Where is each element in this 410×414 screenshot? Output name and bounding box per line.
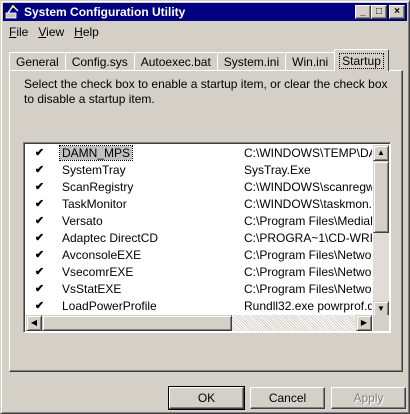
startup-item-row[interactable]: ✔ SystemTray SysTray.Exe [26,162,372,179]
menu-view-label: iew [46,25,65,39]
horizontal-scroll-thumb[interactable] [42,315,232,331]
startup-item-name: TaskMonitor [62,197,127,211]
maximize-button[interactable]: □ [371,5,387,19]
startup-item-checkbox[interactable]: ✔ [34,301,45,312]
tab-autoexec-bat[interactable]: Autoexec.bat [133,52,218,71]
startup-items-list[interactable]: ✔ DAMN_MPS C:\WINDOWS\TEMP\DA ✔ SystemTray Sy… [23,142,391,333]
tab-config-sys[interactable]: Config.sys [64,52,135,71]
startup-item-row[interactable]: ✔ DAMN_MPS C:\WINDOWS\TEMP\DA [26,145,372,162]
startup-item-name: VsStatEXE [62,282,122,296]
tab-autoexec-bat-label: Autoexec.bat [140,55,211,69]
startup-rows: ✔ DAMN_MPS C:\WINDOWS\TEMP\DA ✔ SystemTray Sy… [26,145,372,317]
scrollbar-corner [373,315,389,331]
menu-help[interactable]: Help [69,25,104,39]
tab-startup-label: Startup [339,52,384,69]
startup-item-checkbox[interactable]: ✔ [34,216,45,227]
tab-win-ini-label: Win.ini [292,55,329,69]
menu-view-mnemonic: V [38,25,47,39]
startup-item-command: C:\Program Files\MediaKe [244,214,372,228]
startup-item-command: C:\Program Files\Network [244,265,372,279]
startup-item-row[interactable]: ✔ AvconsoleEXE C:\Program Files\Network [26,247,372,264]
startup-item-name: Adaptec DirectCD [62,231,159,245]
title-bar[interactable]: System Configuration Utility _ □ × [3,3,407,21]
startup-item-checkbox[interactable]: ✔ [34,284,45,295]
scroll-left-icon[interactable]: ◀ [26,315,42,331]
startup-item-command: C:\Program Files\Network [244,248,372,262]
startup-item-command: SysTray.Exe [244,163,311,177]
menu-file-label: ile [16,25,29,39]
startup-item-command: C:\WINDOWS\taskmon.e [244,197,372,211]
startup-item-checkbox[interactable]: ✔ [34,250,45,261]
tab-general[interactable]: General [9,52,66,71]
startup-item-checkbox[interactable]: ✔ [34,233,45,244]
startup-item-name: Versato [62,214,103,228]
ok-button[interactable]: OK [168,386,245,410]
apply-button[interactable]: Apply [331,387,406,409]
minimize-button[interactable]: _ [355,5,371,19]
startup-item-checkbox[interactable]: ✔ [34,148,45,159]
tab-system-ini[interactable]: System.ini [216,52,287,71]
startup-item-name: SystemTray [62,163,126,177]
menu-help-label: elp [82,25,99,39]
startup-item-row[interactable]: ✔ ScanRegistry C:\WINDOWS\scanregw. [26,179,372,196]
close-button[interactable]: × [389,5,405,19]
startup-item-checkbox[interactable]: ✔ [34,182,45,193]
msconfig-app-icon [5,4,21,20]
startup-item-row[interactable]: ✔ Versato C:\Program Files\MediaKe [26,213,372,230]
vertical-scroll-thumb[interactable] [373,161,389,233]
menu-help-mnemonic: H [74,25,83,39]
startup-item-command: C:\PROGRA~1\CD-WRI~ [244,231,372,245]
startup-item-checkbox[interactable]: ✔ [34,199,45,210]
startup-panel: Select the check box to enable a startup… [9,70,403,372]
menu-file[interactable]: File [4,25,33,39]
startup-item-checkbox[interactable]: ✔ [34,267,45,278]
cancel-button[interactable]: Cancel [250,387,325,409]
startup-item-name: AvconsoleEXE [62,248,142,262]
startup-item-row[interactable]: ✔ Adaptec DirectCD C:\PROGRA~1\CD-WRI~ [26,230,372,247]
startup-instructions: Select the check box to enable a startup… [24,77,388,106]
menu-bar: File View Help [4,23,104,41]
startup-item-name: ScanRegistry [62,180,134,194]
tab-general-label: General [16,55,59,69]
startup-item-row[interactable]: ✔ TaskMonitor C:\WINDOWS\taskmon.e [26,196,372,213]
scroll-right-icon[interactable]: ▶ [356,315,372,331]
menu-view[interactable]: View [33,25,69,39]
startup-item-row[interactable]: ✔ LoadPowerProfile Rundll32.exe powrprof.d… [26,298,372,315]
tab-startup[interactable]: Startup [334,49,389,71]
tab-system-ini-label: System.ini [223,55,280,69]
startup-item-checkbox[interactable]: ✔ [34,165,45,176]
startup-item-name: VsecomrEXE [62,265,134,279]
tab-strip: General Config.sys Autoexec.bat System.i… [9,49,391,71]
scroll-up-icon[interactable]: ▲ [373,145,389,161]
startup-item-name: LoadPowerProfile [62,299,157,313]
tab-config-sys-label: Config.sys [71,55,128,69]
startup-item-command: C:\WINDOWS\TEMP\DA [244,146,372,160]
startup-item-name: DAMN_MPS [58,145,134,161]
system-configuration-window: System Configuration Utility _ □ × File … [0,0,410,414]
window-title: System Configuration Utility [24,5,186,19]
startup-item-command: C:\Program Files\Network [244,282,372,296]
startup-item-row[interactable]: ✔ VsStatEXE C:\Program Files\Network [26,281,372,298]
horizontal-scrollbar[interactable]: ◀ ▶ [26,315,372,331]
startup-item-command: C:\WINDOWS\scanregw. [244,180,372,194]
tab-win-ini[interactable]: Win.ini [285,52,336,71]
vertical-scrollbar[interactable]: ▲ ▼ [373,145,389,317]
startup-item-row[interactable]: ✔ VsecomrEXE C:\Program Files\Network [26,264,372,281]
startup-item-command: Rundll32.exe powrprof.dll, [244,299,372,313]
